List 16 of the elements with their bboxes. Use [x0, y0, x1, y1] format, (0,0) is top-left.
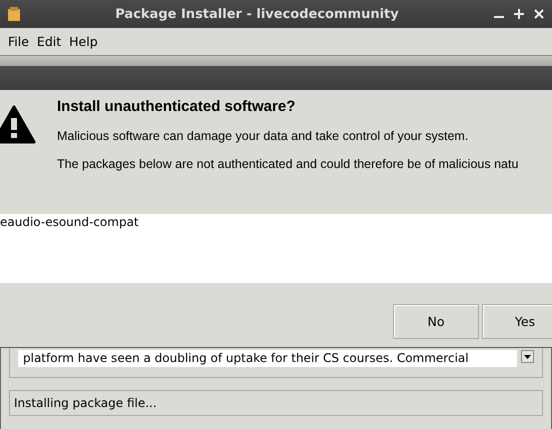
dialog-detail: The packages below are not authenticated and could therefore be of malicious natu [57, 157, 518, 171]
menu-item[interactable]: File [8, 34, 29, 49]
window-title: Package Installer - livecodecommunity [114, 6, 400, 22]
status-field: Installing package file... [9, 390, 543, 416]
maximize-icon[interactable] [514, 9, 524, 19]
dialog-message: Malicious software can damage your data and take control of your system. [57, 129, 470, 143]
menu-item[interactable]: Help [69, 34, 98, 49]
description-text: platform have seen a doubling of uptake for their CS courses. Commercial [18, 350, 517, 367]
scroll-down-icon[interactable] [521, 350, 534, 363]
package-item[interactable]: eaudio-esound-compat [0, 214, 552, 230]
package-icon [8, 7, 20, 21]
menu-item[interactable]: Edit [36, 34, 62, 49]
dialog-heading: Install unauthenticated software? [57, 98, 296, 115]
close-icon[interactable] [534, 9, 544, 19]
yes-button[interactable]: Yes [482, 304, 552, 339]
no-button[interactable]: No [393, 304, 479, 339]
